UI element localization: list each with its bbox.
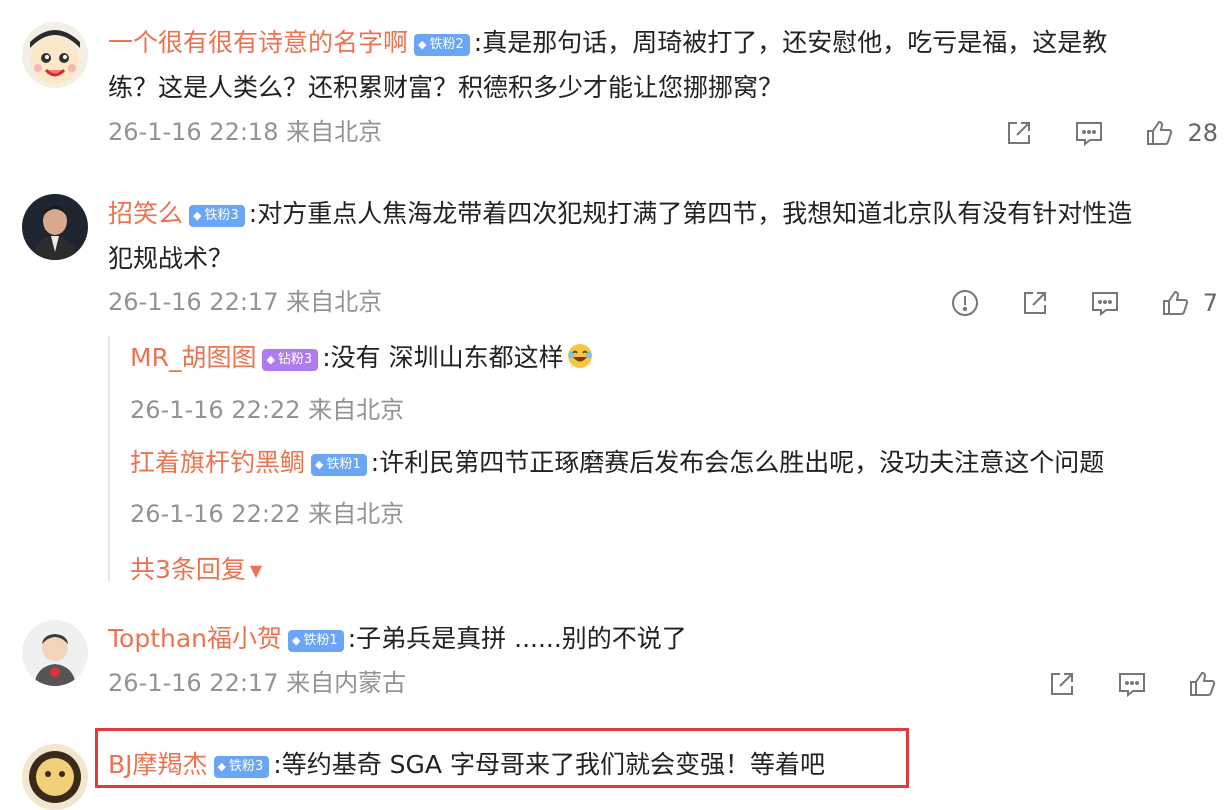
avatar[interactable] bbox=[22, 22, 88, 88]
view-more-replies-link[interactable]: 共3条回复 ▼ bbox=[130, 550, 262, 586]
avatar[interactable] bbox=[22, 194, 88, 260]
comment-actions bbox=[1008, 667, 1218, 701]
reply-meta: 26-1-16 22:22 来自北京 bbox=[130, 396, 405, 424]
fan-badge[interactable]: ◆ 钻粉3 bbox=[262, 349, 319, 371]
comment-button[interactable] bbox=[1116, 668, 1148, 700]
comment-button[interactable] bbox=[1089, 287, 1121, 319]
reply-username-link[interactable]: 扛着旗杆钓黑鲷 bbox=[130, 448, 305, 477]
like-button[interactable]: 7 bbox=[1159, 287, 1218, 319]
diamond-icon: ◆ bbox=[193, 209, 202, 222]
reply-content: :没有 深圳山东都这样 bbox=[322, 343, 564, 372]
report-icon bbox=[951, 290, 978, 316]
diamond-icon: ◆ bbox=[418, 38, 427, 51]
fan-badge[interactable]: ◆ 铁粉3 bbox=[189, 205, 245, 227]
comment-content: :真是那句话，周琦被打了，还安慰他，吃亏是福，这是教 bbox=[473, 28, 1108, 57]
comment-content-line2: 犯规战术？ bbox=[108, 244, 234, 273]
comment-text: Topthan福小贺 ◆ 铁粉1:子弟兵是真拼 ......别的不说了 bbox=[108, 616, 1198, 661]
fan-badge[interactable]: ◆ 铁粉2 bbox=[414, 34, 470, 56]
like-count: 28 bbox=[1187, 119, 1218, 147]
username-link[interactable]: 招笑么 bbox=[108, 199, 183, 228]
like-count: 7 bbox=[1202, 289, 1218, 317]
thumbs-up-icon bbox=[1147, 120, 1173, 145]
caret-down-icon: ▼ bbox=[249, 561, 263, 580]
avatar[interactable] bbox=[22, 744, 88, 810]
fan-badge[interactable]: ◆ 铁粉1 bbox=[288, 630, 344, 652]
highlight-box bbox=[95, 728, 909, 788]
share-icon bbox=[1051, 673, 1073, 695]
thumbs-up-icon bbox=[1162, 290, 1188, 315]
share-icon bbox=[1023, 292, 1046, 314]
comment-content-line2: 练？这是人类么？还积累财富？积德积多少才能让您挪挪窝？ bbox=[108, 73, 784, 102]
comment-icon bbox=[1119, 673, 1145, 698]
laughing-emoji-icon bbox=[566, 342, 594, 382]
comment-meta: 26-1-16 22:17 来自北京 bbox=[108, 288, 383, 316]
comment-meta: 26-1-16 22:17 来自内蒙古 bbox=[108, 669, 407, 697]
comment-button[interactable] bbox=[1073, 117, 1105, 149]
comment-text: 招笑么 ◆ 铁粉3:对方重点人焦海龙带着四次犯规打满了第四节，我想知道北京队有没有针… bbox=[108, 191, 1198, 281]
avatar[interactable] bbox=[22, 620, 88, 686]
thumbs-up-icon bbox=[1190, 671, 1216, 696]
comment-content: :子弟兵是真拼 ......别的不说了 bbox=[347, 624, 687, 653]
like-button[interactable]: 28 bbox=[1143, 117, 1218, 149]
comment-icon bbox=[1091, 292, 1118, 317]
username-link[interactable]: Topthan福小贺 bbox=[108, 624, 282, 653]
reply-meta: 26-1-16 22:22 来自北京 bbox=[130, 500, 405, 528]
comment-actions: 28 bbox=[965, 116, 1218, 150]
diamond-icon: ◆ bbox=[315, 458, 324, 471]
comment-content: :对方重点人焦海龙带着四次犯规打满了第四节，我想知道北京队有没有针对性造 bbox=[248, 199, 1133, 228]
comment-actions: 7 bbox=[911, 286, 1218, 320]
share-icon bbox=[1008, 122, 1031, 144]
share-button[interactable] bbox=[1046, 668, 1078, 700]
like-button[interactable] bbox=[1186, 668, 1218, 700]
reply-item: MR_胡图图 ◆ 钻粉3:没有 深圳山东都这样 bbox=[130, 338, 594, 382]
share-button[interactable] bbox=[1003, 117, 1035, 149]
diamond-icon: ◆ bbox=[266, 353, 275, 366]
diamond-icon: ◆ bbox=[292, 634, 301, 647]
reply-item: 扛着旗杆钓黑鲷 ◆ 铁粉1:许利民第四节正琢磨赛后发布会怎么胜出呢，没功夫注意这个问… bbox=[130, 443, 1104, 483]
fan-badge[interactable]: ◆ 铁粉1 bbox=[311, 454, 367, 476]
comment-icon bbox=[1076, 122, 1103, 147]
comment-meta: 26-1-16 22:18 来自北京 bbox=[108, 118, 383, 146]
report-button[interactable] bbox=[949, 287, 981, 319]
username-link[interactable]: 一个很有很有诗意的名字啊 bbox=[108, 28, 408, 57]
share-button[interactable] bbox=[1019, 287, 1051, 319]
reply-content: :许利民第四节正琢磨赛后发布会怎么胜出呢，没功夫注意这个问题 bbox=[370, 448, 1105, 477]
reply-thread: MR_胡图图 ◆ 钻粉3:没有 深圳山东都这样 26-1-16 22:22 来自北京… bbox=[108, 336, 1190, 584]
comment-text: 一个很有很有诗意的名字啊 ◆ 铁粉2:真是那句话，周琦被打了，还安慰他，吃亏是福，这… bbox=[108, 20, 1198, 110]
reply-username-link[interactable]: MR_胡图图 bbox=[130, 343, 256, 372]
